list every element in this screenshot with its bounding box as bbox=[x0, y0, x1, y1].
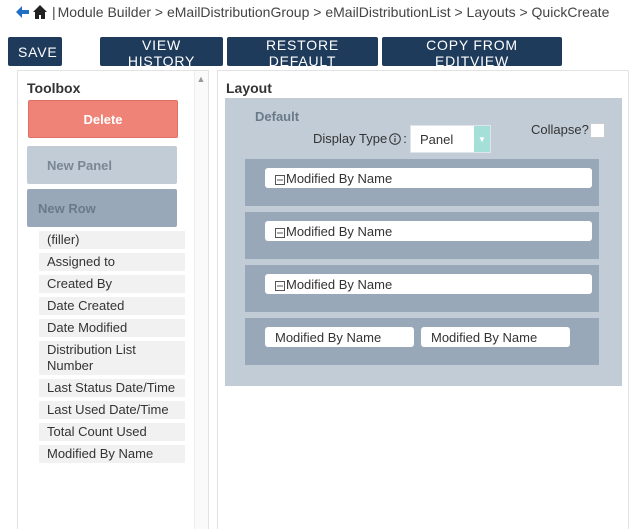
layout-field-label: Modified By Name bbox=[286, 170, 393, 186]
minus-icon[interactable] bbox=[275, 173, 285, 185]
toolbox-panel: Toolbox ▲ Delete New Panel New Row (fill… bbox=[17, 70, 209, 529]
collapse-label: Collapse? bbox=[531, 122, 589, 137]
layout-row[interactable]: Modified By Name bbox=[245, 265, 599, 312]
display-type-label: Display Type : bbox=[313, 131, 407, 146]
toolbox-field[interactable]: Date Created bbox=[39, 297, 185, 315]
layout-panel: Layout Default Display Type : Panel ▼ Co… bbox=[217, 70, 629, 529]
save-button[interactable]: SAVE bbox=[8, 37, 62, 66]
toolbox-field[interactable]: Created By bbox=[39, 275, 185, 293]
layout-title: Layout bbox=[226, 80, 272, 96]
layout-field-wide[interactable]: Modified By Name bbox=[265, 168, 592, 188]
scroll-up-icon[interactable]: ▲ bbox=[194, 73, 208, 85]
toolbox-field-list: (filler) Assigned to Created By Date Cre… bbox=[39, 231, 185, 467]
display-type-value: Panel bbox=[420, 131, 454, 147]
minus-icon[interactable] bbox=[275, 279, 285, 291]
breadcrumb-separator: | bbox=[52, 4, 56, 20]
new-panel-item[interactable]: New Panel bbox=[27, 146, 177, 184]
restore-default-button[interactable]: RESTORE DEFAULT bbox=[227, 37, 378, 69]
view-history-button[interactable]: VIEW HISTORY bbox=[100, 37, 223, 69]
toolbox-field[interactable]: Total Count Used bbox=[39, 423, 185, 441]
chevron-down-icon[interactable]: ▼ bbox=[474, 126, 490, 152]
layout-row[interactable]: Modified By Name bbox=[245, 212, 599, 259]
layout-field-label: Modified By Name bbox=[286, 276, 393, 292]
display-type-select[interactable]: Panel ▼ bbox=[410, 125, 491, 153]
layout-row[interactable]: Modified By Name bbox=[245, 159, 599, 206]
layout-field-wide[interactable]: Modified By Name bbox=[265, 274, 592, 294]
display-type-colon: : bbox=[403, 131, 407, 146]
toolbox-scrollbar[interactable]: ▲ bbox=[194, 71, 208, 529]
panel-title[interactable]: Default bbox=[255, 109, 299, 124]
delete-drop-target[interactable]: Delete bbox=[28, 100, 178, 138]
toolbox-field[interactable]: (filler) bbox=[39, 231, 185, 249]
layout-field-half[interactable]: Modified By Name bbox=[265, 327, 414, 347]
toolbox-field[interactable]: Date Modified bbox=[39, 319, 185, 337]
breadcrumb-path[interactable]: Module Builder > eMailDistributionGroup … bbox=[58, 4, 610, 20]
breadcrumb: | Module Builder > eMailDistributionGrou… bbox=[14, 3, 609, 21]
display-type-text: Display Type bbox=[313, 131, 388, 146]
toolbar: SAVE VIEW HISTORY RESTORE DEFAULT COPY F… bbox=[8, 37, 562, 69]
back-arrow-icon[interactable] bbox=[14, 4, 30, 20]
layout-row[interactable]: Modified By Name Modified By Name bbox=[245, 318, 599, 365]
layout-field-half[interactable]: Modified By Name bbox=[421, 327, 570, 347]
toolbox-field[interactable]: Last Used Date/Time bbox=[39, 401, 185, 419]
layout-field-label: Modified By Name bbox=[286, 223, 393, 239]
minus-icon[interactable] bbox=[275, 226, 285, 238]
home-icon[interactable] bbox=[32, 4, 48, 20]
toolbox-field[interactable]: Last Status Date/Time bbox=[39, 379, 185, 397]
toolbox-field[interactable]: Distribution List Number bbox=[39, 341, 185, 375]
info-icon[interactable] bbox=[389, 132, 401, 145]
toolbox-title: Toolbox bbox=[27, 80, 81, 96]
copy-from-editview-button[interactable]: COPY FROM EDITVIEW bbox=[382, 37, 562, 69]
layout-panel-default[interactable]: Default Display Type : Panel ▼ Collapse?… bbox=[225, 98, 622, 386]
toolbox-field[interactable]: Modified By Name bbox=[39, 445, 185, 463]
toolbox-field[interactable]: Assigned to bbox=[39, 253, 185, 271]
layout-field-wide[interactable]: Modified By Name bbox=[265, 221, 592, 241]
collapse-checkbox[interactable] bbox=[590, 123, 605, 138]
new-row-item[interactable]: New Row bbox=[27, 189, 177, 227]
